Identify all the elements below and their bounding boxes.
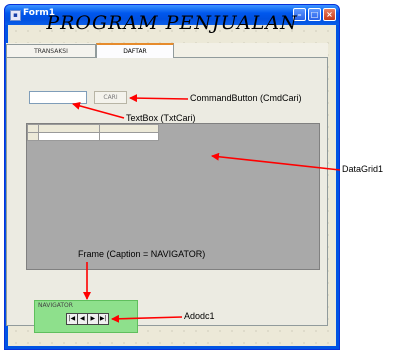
arrow-to-textbox	[72, 101, 125, 119]
arrow-to-command-button	[129, 94, 189, 103]
arrow-to-adodc	[111, 314, 183, 323]
arrow-to-datagrid	[211, 152, 341, 171]
annotation-arrows	[72, 94, 341, 323]
